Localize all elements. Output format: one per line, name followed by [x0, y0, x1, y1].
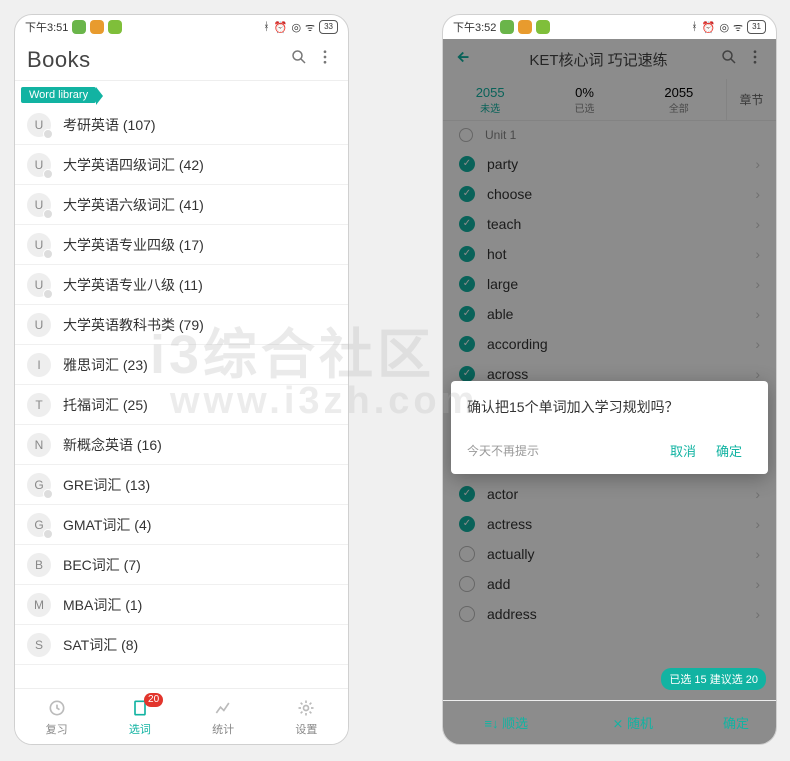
list-item[interactable]: U 大学英语四级词汇 (42) [15, 145, 348, 185]
chart-icon [212, 697, 234, 719]
list-item[interactable]: U 大学英语教科书类 (79) [15, 305, 348, 345]
dialog-hint[interactable]: 今天不再提示 [467, 442, 660, 459]
avatar-letter: G [27, 473, 51, 497]
avatar-letter: U [27, 313, 51, 337]
nav-review[interactable]: 复习 [15, 689, 98, 744]
list-item-label: 大学英语四级词汇 (42) [63, 155, 336, 175]
dialog-message: 确认把15个单词加入学习规划吗？ [467, 397, 752, 417]
list-item[interactable]: U 大学英语六级词汇 (41) [15, 185, 348, 225]
bottom-actions: ≡↓ 顺选 ⨯ 随机 确定 [443, 700, 776, 744]
search-icon[interactable] [286, 44, 312, 75]
list-item-label: 大学英语教科书类 (79) [63, 315, 336, 335]
signal-icon: ◎ [291, 21, 301, 34]
list-item-label: 大学英语专业四级 (17) [63, 235, 336, 255]
avatar-letter: B [27, 553, 51, 577]
avatar-letter: S [27, 633, 51, 657]
alarm-icon: ⏰ [702, 21, 716, 34]
list-item[interactable]: G GRE词汇 (13) [15, 465, 348, 505]
nav-settings[interactable]: 设置 [265, 689, 348, 744]
status-app-icon [108, 20, 122, 34]
nav-stats[interactable]: 统计 [182, 689, 265, 744]
order-button[interactable]: ≡↓ 顺选 [443, 713, 570, 732]
list-item-label: GMAT词汇 (4) [63, 515, 336, 535]
nav-label: 统计 [212, 721, 234, 737]
status-app-icon [536, 20, 550, 34]
status-app-icon [72, 20, 86, 34]
alarm-icon: ⏰ [274, 21, 288, 34]
list-item[interactable]: M MBA词汇 (1) [15, 585, 348, 625]
list-item-label: 托福词汇 (25) [63, 395, 336, 415]
clock-icon [46, 697, 68, 719]
ribbon-tag: Word library [21, 85, 191, 103]
list-item[interactable]: U 考研英语 (107) [15, 105, 348, 145]
avatar-letter: U [27, 153, 51, 177]
list-item[interactable]: N 新概念英语 (16) [15, 425, 348, 465]
page-title: Books [27, 47, 286, 73]
battery-icon: 33 [319, 20, 338, 34]
confirm-button[interactable]: 确定 [696, 713, 776, 732]
avatar-letter: U [27, 273, 51, 297]
status-time: 下午3:51 [25, 19, 68, 35]
list-item-label: SAT词汇 (8) [63, 635, 336, 655]
status-time: 下午3:52 [453, 19, 496, 35]
selection-pill: 已选 15 建议选 20 [661, 668, 766, 690]
list-item-label: BEC词汇 (7) [63, 555, 336, 575]
nav-label: 复习 [46, 721, 68, 737]
header-bar: Books [15, 39, 348, 81]
bluetooth-icon: ᚼ [263, 21, 270, 33]
nav-select[interactable]: 20 选词 [98, 689, 181, 744]
list-item[interactable]: T 托福词汇 (25) [15, 385, 348, 425]
signal-icon: ◎ [719, 21, 729, 34]
battery-icon: 31 [747, 20, 766, 34]
confirm-dialog: 确认把15个单词加入学习规划吗？ 今天不再提示 取消 确定 [451, 381, 768, 474]
list-item-label: MBA词汇 (1) [63, 595, 336, 615]
random-button[interactable]: ⨯ 随机 [570, 713, 697, 732]
list-item[interactable]: I 雅思词汇 (23) [15, 345, 348, 385]
list-item-label: 大学英语专业八级 (11) [63, 275, 336, 295]
status-app-icon [518, 20, 532, 34]
list-item-label: 大学英语六级词汇 (41) [63, 195, 336, 215]
book-list[interactable]: U考研英语 (107)U大学英语四级词汇 (42)U大学英语六级词汇 (41)U… [15, 105, 348, 688]
nav-badge: 20 [144, 693, 163, 707]
status-app-icon [90, 20, 104, 34]
avatar-letter: U [27, 233, 51, 257]
avatar-letter: I [27, 353, 51, 377]
list-item[interactable]: U 大学英语专业八级 (11) [15, 265, 348, 305]
status-app-icon [500, 20, 514, 34]
ok-button[interactable]: 确定 [706, 437, 752, 464]
statusbar: 下午3:51 ᚼ ⏰ ◎ ᯤ 33 [15, 15, 348, 39]
list-item-label: GRE词汇 (13) [63, 475, 336, 495]
avatar-letter: N [27, 433, 51, 457]
list-item-label: 雅思词汇 (23) [63, 355, 336, 375]
phone-left: 下午3:51 ᚼ ⏰ ◎ ᯤ 33 Books Word library U 考研… [14, 14, 349, 745]
list-item-label: 新概念英语 (16) [63, 435, 336, 455]
list-item[interactable]: U 大学英语专业四级 (17) [15, 225, 348, 265]
more-icon[interactable] [312, 44, 338, 75]
wifi-icon: ᯤ [305, 20, 315, 35]
wifi-icon: ᯤ [733, 20, 743, 35]
bottom-nav: 复习 20 选词 统计 设置 [15, 688, 348, 744]
list-item[interactable]: B BEC词汇 (7) [15, 545, 348, 585]
ribbon-label: Word library [21, 87, 96, 103]
nav-label: 选词 [129, 721, 151, 737]
avatar-letter: G [27, 513, 51, 537]
list-item-label: 考研英语 (107) [63, 115, 336, 135]
avatar-letter: U [27, 113, 51, 137]
avatar-letter: U [27, 193, 51, 217]
nav-label: 设置 [295, 721, 317, 737]
phone-right: 下午3:52 ᚼ ⏰ ◎ ᯤ 31 KET核心词 巧记速练 [442, 14, 777, 745]
gear-icon [295, 697, 317, 719]
bluetooth-icon: ᚼ [691, 21, 698, 33]
cancel-button[interactable]: 取消 [660, 437, 706, 464]
avatar-letter: M [27, 593, 51, 617]
list-item[interactable]: G GMAT词汇 (4) [15, 505, 348, 545]
avatar-letter: T [27, 393, 51, 417]
statusbar: 下午3:52 ᚼ ⏰ ◎ ᯤ 31 [443, 15, 776, 39]
list-item[interactable]: S SAT词汇 (8) [15, 625, 348, 665]
